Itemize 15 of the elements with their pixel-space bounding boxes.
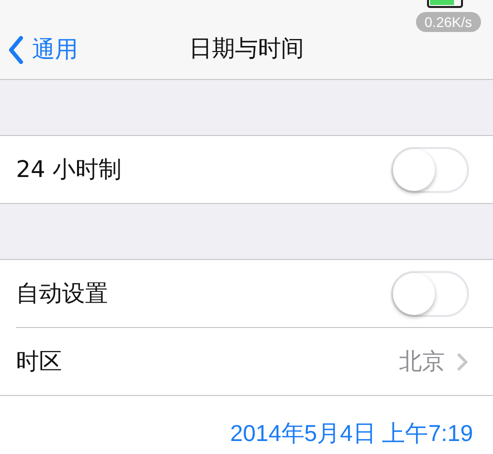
speed-badge: 0.26K/s — [416, 12, 481, 32]
toggle-switch[interactable] — [391, 146, 469, 192]
settings-row[interactable]: 24 小时制 — [0, 136, 493, 203]
settings-row[interactable]: 自动设置 — [0, 260, 493, 327]
row-label: 时区 — [16, 348, 63, 377]
settings-row[interactable]: 时区 北京 — [16, 327, 493, 395]
row-value: 北京 — [399, 348, 445, 377]
chevron-left-icon — [8, 36, 24, 64]
page-title: 日期与时间 — [189, 35, 304, 64]
chevron-right-icon — [457, 352, 469, 370]
date-time-label[interactable]: 2014年5月4日 上午7:19 — [230, 418, 473, 449]
toggle-switch[interactable] — [391, 270, 469, 316]
row-label: 24 小时制 — [16, 156, 123, 185]
row-label: 自动设置 — [16, 280, 109, 309]
back-button[interactable]: 通用 — [4, 32, 82, 67]
